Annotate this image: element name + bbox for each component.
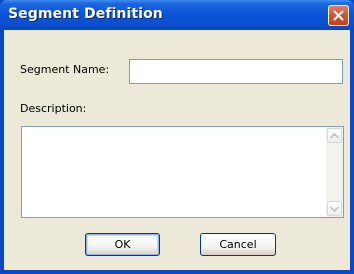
description-textarea[interactable] xyxy=(21,126,344,218)
dialog-body: Segment Name: Description: OK Cancel xyxy=(4,30,350,270)
title-bar[interactable]: Segment Definition xyxy=(0,0,354,30)
cancel-button-label: Cancel xyxy=(219,238,257,251)
ok-button-label: OK xyxy=(114,238,131,251)
description-label: Description: xyxy=(20,102,87,115)
description-scrollbar[interactable] xyxy=(326,127,343,217)
close-icon xyxy=(333,10,344,21)
close-button[interactable] xyxy=(328,5,349,26)
scroll-up-button[interactable] xyxy=(327,128,342,143)
segment-name-label: Segment Name: xyxy=(20,63,110,76)
cancel-button[interactable]: Cancel xyxy=(200,233,276,256)
segment-name-input[interactable] xyxy=(129,59,343,84)
window-bottom-border xyxy=(0,270,354,274)
scroll-down-arrow-icon xyxy=(330,205,339,212)
window-title: Segment Definition xyxy=(8,6,163,22)
ok-button[interactable]: OK xyxy=(85,233,160,256)
scroll-down-button[interactable] xyxy=(327,201,342,216)
dialog-window: Segment Definition Segment Name: Descrip… xyxy=(0,0,354,274)
scroll-up-arrow-icon xyxy=(330,132,339,139)
